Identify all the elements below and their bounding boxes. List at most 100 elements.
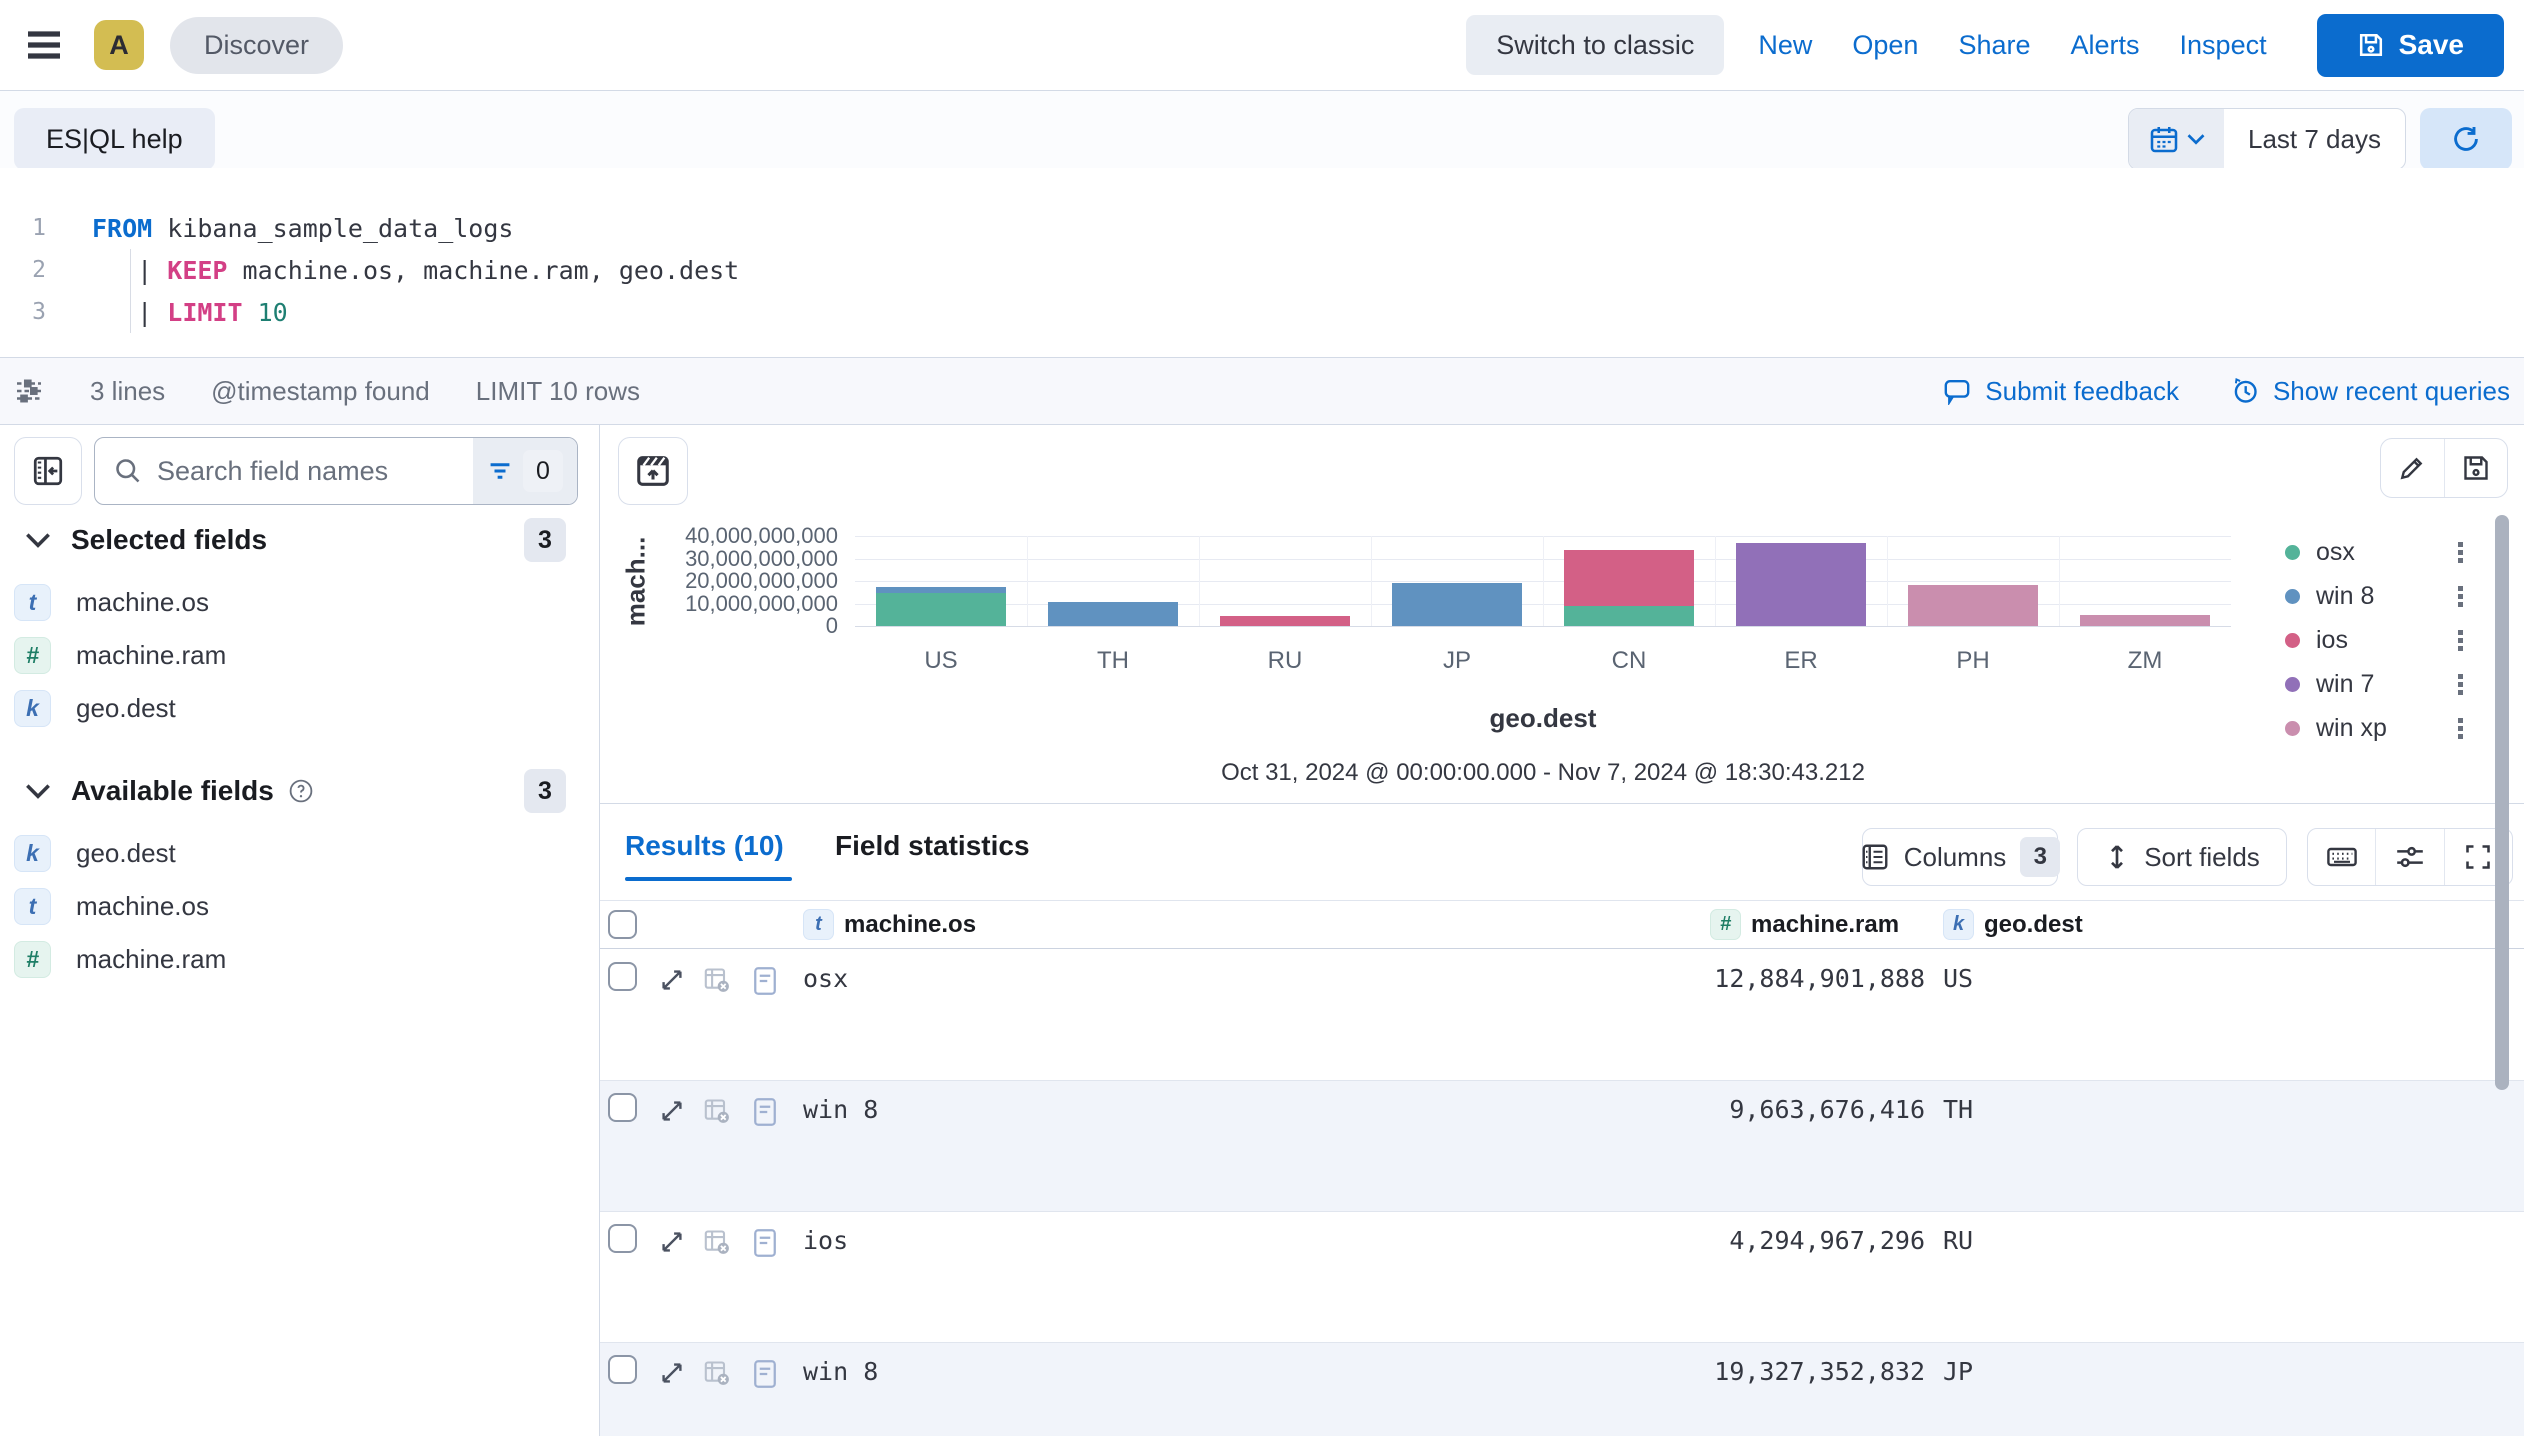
breadcrumb-discover[interactable]: Discover: [170, 17, 343, 74]
column-header-machine-ram[interactable]: # machine.ram: [1710, 909, 1899, 940]
submit-feedback-link[interactable]: Submit feedback: [1943, 376, 2179, 407]
topbar-link-inspect[interactable]: Inspect: [2160, 30, 2287, 61]
legend-actions-button[interactable]: [2458, 542, 2463, 563]
row-checkbox[interactable]: [608, 962, 637, 991]
tab-field-statistics[interactable]: Field statistics: [835, 830, 1030, 862]
bar-CN-ios[interactable]: [1564, 550, 1694, 606]
vertical-scrollbar[interactable]: [2495, 515, 2509, 1090]
select-all-checkbox[interactable]: [608, 910, 637, 939]
editor-line-2[interactable]: 2 | KEEP machine.os, machine.ram, geo.de…: [0, 249, 2524, 291]
field-item-geo.dest[interactable]: kgeo.dest: [0, 827, 600, 880]
legend-actions-button[interactable]: [2458, 630, 2463, 651]
degraded-doc-icon[interactable]: [703, 966, 731, 994]
field-item-machine.ram[interactable]: #machine.ram: [0, 629, 600, 682]
table-row: win 819,327,352,832JP: [600, 1343, 2524, 1436]
field-item-machine.os[interactable]: tmachine.os: [0, 880, 600, 933]
bar-ZM-win xp[interactable]: [2080, 615, 2210, 626]
row-checkbox[interactable]: [608, 1355, 637, 1384]
legend-item-win-7[interactable]: win 7: [2285, 662, 2500, 706]
legend-item-win-xp[interactable]: win xp: [2285, 706, 2500, 750]
view-doc-icon[interactable]: [752, 1228, 778, 1258]
bar-PH-win xp[interactable]: [1908, 585, 2038, 626]
query-toolbar: ES|QL help Last 7 days: [0, 91, 2524, 168]
switch-to-classic-button[interactable]: Switch to classic: [1466, 15, 1724, 75]
legend-color-dot: [2285, 677, 2300, 692]
available-fields-accordion[interactable]: Available fields 3: [0, 763, 600, 819]
cell-machine-os: osx: [803, 964, 848, 993]
topbar-link-share[interactable]: Share: [1938, 30, 2050, 61]
field-item-machine.os[interactable]: tmachine.os: [0, 576, 600, 629]
row-checkbox[interactable]: [608, 1093, 637, 1122]
view-doc-icon[interactable]: [752, 1359, 778, 1389]
columns-count-badge: 3: [2020, 837, 2060, 877]
tab-results[interactable]: Results (10): [625, 830, 784, 862]
esql-query-editor[interactable]: 1FROM kibana_sample_data_logs2 | KEEP ma…: [0, 168, 2524, 357]
time-picker-quick-menu[interactable]: [2129, 109, 2224, 169]
show-recent-queries-link[interactable]: Show recent queries: [2231, 376, 2510, 407]
refresh-icon: [2450, 123, 2482, 155]
space-avatar[interactable]: A: [94, 20, 144, 70]
hamburger-menu-button[interactable]: [20, 21, 68, 69]
row-checkbox[interactable]: [608, 1224, 637, 1253]
cell-geo-dest: RU: [1943, 1226, 1973, 1255]
bar-JP-win 8[interactable]: [1392, 583, 1522, 626]
columns-button[interactable]: Columns 3: [1862, 828, 2058, 886]
legend-actions-button[interactable]: [2458, 674, 2463, 695]
field-search-input[interactable]: Search field names 0: [94, 437, 578, 505]
bar-US-win 8[interactable]: [876, 587, 1006, 593]
x-category-label: JP: [1397, 647, 1517, 675]
refresh-query-button[interactable]: [2420, 108, 2512, 170]
keyboard-shortcuts-button[interactable]: [2308, 829, 2375, 885]
bar-TH-win 8[interactable]: [1048, 602, 1178, 626]
bar-ER-win 7[interactable]: [1736, 543, 1866, 626]
topbar-link-new[interactable]: New: [1738, 30, 1832, 61]
field-type-icon-t: t: [14, 888, 51, 925]
v-gridline: [2059, 536, 2060, 626]
field-filter-button[interactable]: 0: [473, 438, 577, 504]
bar-US-osx[interactable]: [876, 593, 1006, 626]
v-gridline: [1199, 536, 1200, 626]
field-item-geo.dest[interactable]: kgeo.dest: [0, 682, 600, 735]
legend-actions-button[interactable]: [2458, 718, 2463, 739]
column-header-geo-dest[interactable]: k geo.dest: [1943, 909, 2083, 940]
help-question-icon[interactable]: [288, 778, 314, 804]
editor-line-3[interactable]: 3 | LIMIT 10: [0, 291, 2524, 333]
view-doc-icon[interactable]: [752, 1097, 778, 1127]
legend-item-win-8[interactable]: win 8: [2285, 574, 2500, 618]
topbar-link-alerts[interactable]: Alerts: [2051, 30, 2160, 61]
bar-RU-ios[interactable]: [1220, 616, 1350, 626]
collapse-sidebar-button[interactable]: [14, 437, 82, 505]
editor-settings-icon[interactable]: [14, 376, 44, 406]
expand-row-icon[interactable]: [658, 1359, 686, 1387]
editor-code: FROM kibana_sample_data_logs: [92, 214, 513, 243]
dot: [2458, 734, 2463, 739]
degraded-doc-icon[interactable]: [703, 1228, 731, 1256]
esql-help-button[interactable]: ES|QL help: [14, 108, 215, 170]
editor-line-1[interactable]: 1FROM kibana_sample_data_logs: [0, 207, 2524, 249]
cell-machine-ram: 9,663,676,416: [1729, 1095, 1925, 1124]
expand-row-icon[interactable]: [658, 966, 686, 994]
topbar-link-open[interactable]: Open: [1832, 30, 1938, 61]
time-range-value[interactable]: Last 7 days: [2224, 109, 2405, 169]
legend-actions-button[interactable]: [2458, 586, 2463, 607]
column-header-machine-os[interactable]: t machine.os: [803, 909, 976, 940]
sort-fields-button[interactable]: Sort fields: [2077, 828, 2287, 886]
expand-row-icon[interactable]: [658, 1228, 686, 1256]
selected-fields-accordion[interactable]: Selected fields 3: [0, 512, 600, 568]
legend-item-ios[interactable]: ios: [2285, 618, 2500, 662]
legend-item-osx[interactable]: osx: [2285, 530, 2500, 574]
legend-label: win 8: [2316, 582, 2374, 611]
expand-row-icon[interactable]: [658, 1097, 686, 1125]
bar-CN-osx[interactable]: [1564, 606, 1694, 626]
degraded-doc-icon[interactable]: [703, 1359, 731, 1387]
display-options-button[interactable]: [2375, 829, 2443, 885]
field-type-icon-#: #: [14, 941, 51, 978]
time-picker[interactable]: Last 7 days: [2128, 108, 2406, 170]
field-item-machine.ram[interactable]: #machine.ram: [0, 933, 600, 986]
view-doc-icon[interactable]: [752, 966, 778, 996]
degraded-doc-icon[interactable]: [703, 1097, 731, 1125]
feedback-bubble-icon: [1943, 377, 1971, 405]
save-button[interactable]: Save: [2317, 14, 2504, 77]
field-type-icon-k: k: [14, 835, 51, 872]
x-category-label: ZM: [2085, 647, 2205, 675]
